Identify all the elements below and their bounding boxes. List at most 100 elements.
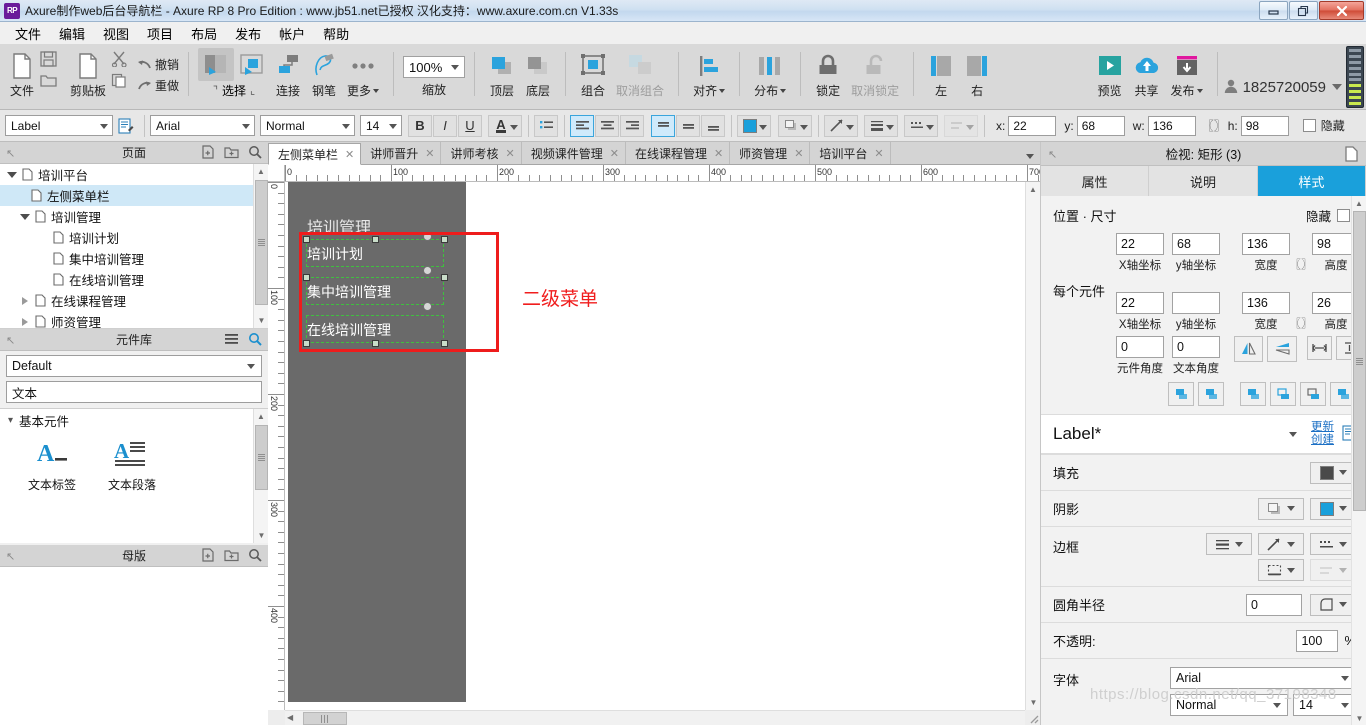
distribute-vertical-button[interactable] [1270,382,1296,406]
corner-radius-input[interactable]: 0 [1246,593,1302,616]
collapse-icon[interactable]: ↖ [6,147,15,160]
align-center-button[interactable] [1198,382,1224,406]
link-dimensions-icon[interactable]: 〖〗 [1290,234,1312,272]
add-page-icon[interactable] [201,145,215,162]
tree-row[interactable]: 培训计划 [0,227,268,248]
align-button[interactable]: 对齐 [688,48,730,99]
tree-row[interactable]: 集中培训管理 [0,248,268,269]
tree-row[interactable]: 在线培训管理 [0,269,268,290]
preview-button[interactable]: 预览 [1092,48,1128,99]
send-to-back-button[interactable]: 底层 [520,48,556,99]
italic-button[interactable]: I [433,114,457,137]
scroll-up-button[interactable]: ▲ [1026,182,1040,197]
redo-button[interactable]: 重做 [136,77,179,94]
scroll-thumb[interactable] [255,425,268,490]
copy-icon[interactable] [111,73,128,91]
connect-button[interactable]: 连接 [270,48,306,99]
align-left-button[interactable] [570,114,594,137]
tab-online-course[interactable]: 在线课程管理 ✕ [626,142,731,164]
y-input[interactable]: 68 [1076,115,1125,136]
add-master-folder-icon[interactable] [224,548,239,565]
select-mode-button[interactable] [198,48,235,81]
font-family-select[interactable]: Arial [150,115,255,136]
valign-top-button[interactable] [651,114,675,137]
text-rotation-input[interactable]: 0 [1172,336,1220,358]
align-left-button[interactable] [1168,382,1194,406]
font-color-button[interactable]: A [488,114,522,137]
opacity-input[interactable]: 100 [1296,629,1339,652]
font-size-select[interactable]: 14 [360,115,402,136]
add-master-icon[interactable] [201,548,215,565]
add-folder-icon[interactable] [224,145,239,162]
collapse-icon[interactable]: ↖ [1048,148,1057,161]
library-item-text-paragraph[interactable]: A 文本段落 [92,437,172,493]
toggle-left-panel-button[interactable]: 左 [923,48,959,99]
tab-notes[interactable]: 说明 [1149,166,1258,196]
inspector-scrollbar[interactable]: ▲ ▼ [1351,196,1366,725]
bring-to-front-button[interactable]: 顶层 [484,48,520,99]
scroll-down-button[interactable]: ▼ [1026,695,1041,710]
element-rotation-input[interactable]: 0 [1116,336,1164,358]
zoom-select[interactable]: 100% [403,56,466,78]
cut-icon[interactable] [111,51,128,70]
border-style-button[interactable] [1310,533,1356,555]
fill-color-button[interactable] [737,114,771,137]
menu-project[interactable]: 项目 [138,22,182,45]
bold-button[interactable]: B [408,114,432,137]
tree-row[interactable]: 培训平台 [0,164,268,185]
canvas-horizontal-scrollbar[interactable]: ◀ [285,710,1025,725]
line-style-button[interactable] [904,114,938,137]
clipboard-button[interactable]: 剪贴板 [65,48,111,99]
collapse-icon[interactable]: ↖ [6,334,15,347]
scroll-up-button[interactable]: ▲ [254,164,268,179]
library-group-header[interactable]: ▾ 基本元件 [0,409,268,431]
pos-y-input[interactable]: 68 [1172,233,1220,255]
undo-button[interactable]: 撤销 [136,56,179,73]
align-center-button[interactable] [595,114,619,137]
group-button[interactable]: 组合 [575,48,611,99]
toggle-right-panel-button[interactable]: 右 [959,48,995,99]
border-width-button[interactable] [1206,533,1252,555]
edit-style-button[interactable] [113,117,139,134]
library-select[interactable]: Default [6,355,262,377]
each-x-input[interactable]: 22 [1116,292,1164,314]
style-actions[interactable]: 更新 创建 [1311,421,1334,447]
menu-edit[interactable]: 编辑 [50,22,94,45]
create-style-link[interactable]: 创建 [1311,434,1334,447]
select-contain-button[interactable] [234,48,270,81]
collapse-icon[interactable]: ↖ [6,550,15,563]
twisty-down-icon[interactable] [18,213,32,220]
close-button[interactable] [1319,1,1364,20]
align-top-button[interactable] [1300,382,1326,406]
tree-row[interactable]: 在线课程管理 [0,290,268,311]
scroll-up-button[interactable]: ▲ [1352,196,1366,210]
search-icon[interactable] [248,548,262,565]
tab-instructor-promotion[interactable]: 讲师晋升 ✕ [361,142,442,164]
page-note-icon[interactable] [1345,146,1358,165]
scroll-up-button[interactable]: ▲ [254,409,268,424]
search-icon[interactable] [248,332,262,349]
x-input[interactable]: 22 [1008,115,1057,136]
tab-style[interactable]: 样式 [1257,166,1366,196]
canvas-vertical-scrollbar[interactable]: ▲ ▼ [1025,182,1040,710]
fill-color-button[interactable] [1310,461,1356,484]
border-color-button[interactable] [1258,533,1304,555]
save-icon[interactable] [40,51,57,70]
pages-scrollbar[interactable]: ▲ ▼ [253,164,268,328]
resize-grip-icon[interactable] [1027,712,1039,724]
scroll-left-button[interactable]: ◀ [287,713,293,722]
flip-horizontal-button[interactable] [1234,336,1264,362]
pos-w-input[interactable]: 136 [1242,233,1290,255]
tab-properties[interactable]: 属性 [1041,166,1150,196]
close-icon[interactable]: ✕ [874,147,883,160]
tree-row[interactable]: 师资管理 [0,311,268,328]
w-input[interactable]: 136 [1147,115,1196,136]
tab-faculty[interactable]: 师资管理 ✕ [730,142,811,164]
close-icon[interactable]: ✕ [345,148,354,161]
tree-row[interactable]: 左侧菜单栏 [0,185,268,206]
menu-help[interactable]: 帮助 [314,22,358,45]
tab-training-platform[interactable]: 培训平台 ✕ [810,142,891,164]
twisty-right-icon[interactable] [18,317,32,326]
line-color-button[interactable] [824,114,858,137]
corner-shape-button[interactable] [1310,593,1356,616]
